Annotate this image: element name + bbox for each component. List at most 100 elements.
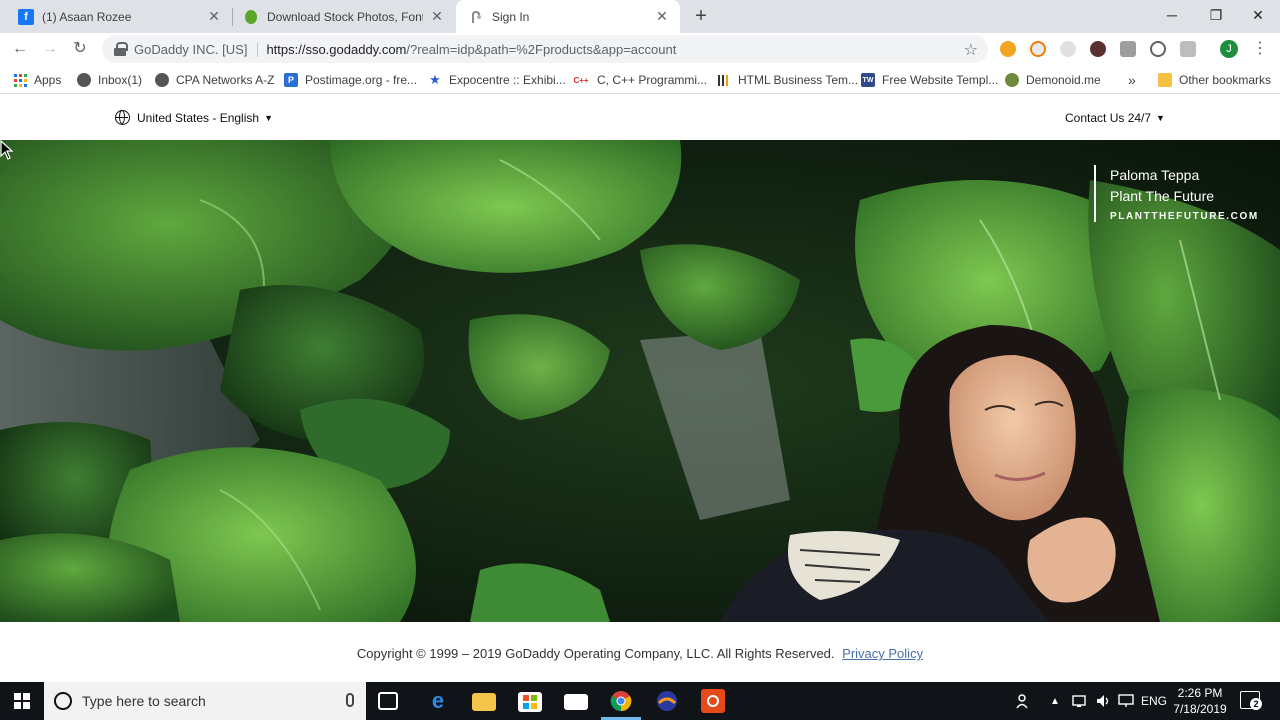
app-icon[interactable] bbox=[655, 689, 679, 713]
bookmark-label: CPA Networks A-Z bbox=[176, 73, 275, 87]
edge-icon[interactable]: e bbox=[426, 688, 450, 713]
hero-image: Paloma Teppa Plant The Future PLANTTHEFU… bbox=[0, 140, 1280, 622]
bookmark-label: Inbox(1) bbox=[98, 73, 143, 87]
url-path: /?realm=idp&path=%2Fproducts&app=account bbox=[406, 41, 677, 57]
credit-url[interactable]: PLANTTHEFUTURE.COM bbox=[1110, 211, 1259, 222]
start-button[interactable] bbox=[14, 693, 30, 709]
close-window-button[interactable]: ✕ bbox=[1236, 0, 1280, 30]
bookmark-apps[interactable]: Apps bbox=[14, 71, 61, 89]
tab-strip: f (1) Asaan Rozee ✕ Download Stock Photo… bbox=[0, 0, 1280, 33]
privacy-policy-link[interactable]: Privacy Policy bbox=[842, 646, 923, 661]
people-icon[interactable] bbox=[1016, 682, 1032, 720]
bookmark-label: Demonoid.me bbox=[1026, 73, 1101, 87]
bookmarks-bar: Apps Inbox(1) CPA Networks A-Z P Postima… bbox=[0, 65, 1280, 94]
postimage-icon: P bbox=[284, 73, 298, 87]
microphone-icon[interactable] bbox=[346, 693, 354, 707]
locale-label: United States - English bbox=[137, 110, 260, 125]
bookmark-label: Expocentre :: Exhibi... bbox=[449, 73, 566, 87]
close-icon[interactable]: ✕ bbox=[654, 8, 670, 25]
extension-icon[interactable] bbox=[1060, 41, 1076, 57]
bars-icon bbox=[717, 73, 731, 87]
hero-photo bbox=[0, 140, 1280, 622]
page-header: United States - English ▼ Contact Us 24/… bbox=[0, 97, 1280, 140]
extension-icon[interactable] bbox=[1030, 41, 1046, 57]
browser-toolbar: ← → ↻ GoDaddy INC. [US] https://sso.goda… bbox=[0, 33, 1280, 65]
bookmark-label: Free Website Templ... bbox=[882, 73, 999, 87]
extension-icon[interactable] bbox=[1000, 41, 1016, 57]
chrome-icon[interactable] bbox=[609, 689, 633, 713]
bookmark-inbox[interactable]: Inbox(1) bbox=[77, 71, 142, 89]
extension-icon[interactable] bbox=[1120, 41, 1136, 57]
contact-dropdown[interactable]: Contact Us 24/7 ▼ bbox=[1065, 111, 1165, 125]
mail-icon[interactable] bbox=[564, 694, 588, 710]
bookmark-postimage[interactable]: P Postimage.org - fre... bbox=[284, 71, 417, 89]
bookmark-cpa-networks[interactable]: CPA Networks A-Z bbox=[155, 71, 274, 89]
menu-icon[interactable]: ⋮ bbox=[1252, 38, 1268, 58]
file-explorer-icon[interactable] bbox=[472, 693, 496, 711]
cortana-icon bbox=[54, 692, 72, 710]
forward-button[interactable]: → bbox=[38, 37, 62, 61]
restore-button[interactable]: ❐ bbox=[1194, 0, 1238, 30]
camera-app-icon[interactable] bbox=[701, 689, 725, 713]
volume-icon[interactable] bbox=[1096, 682, 1112, 720]
system-clock[interactable]: 2:26 PM 7/18/2019 bbox=[1170, 685, 1230, 717]
globe-icon bbox=[115, 110, 130, 125]
minimize-button[interactable]: ─ bbox=[1150, 0, 1194, 30]
copyright-text: Copyright © 1999 – 2019 GoDaddy Operatin… bbox=[356, 646, 835, 661]
display-icon[interactable] bbox=[1118, 682, 1134, 720]
caret-down-icon: ▼ bbox=[264, 112, 273, 123]
contact-label: Contact Us 24/7 bbox=[1065, 111, 1152, 125]
address-bar[interactable]: GoDaddy INC. [US] https://sso.godaddy.co… bbox=[102, 35, 988, 63]
loading-icon bbox=[468, 9, 484, 25]
task-view-icon[interactable] bbox=[378, 692, 398, 710]
bookmarks-overflow-button[interactable]: » bbox=[1128, 71, 1136, 89]
bookmark-expocentre[interactable]: ★ Expocentre :: Exhibi... bbox=[428, 71, 566, 89]
clock-date: 7/18/2019 bbox=[1173, 702, 1227, 716]
bookmark-label: C, C++ Programmi... bbox=[597, 73, 708, 87]
bookmark-html-business[interactable]: HTML Business Tem... bbox=[717, 71, 858, 89]
network-icon[interactable] bbox=[1072, 682, 1088, 720]
bookmark-label: Postimage.org - fre... bbox=[305, 73, 418, 87]
photo-credit: Paloma Teppa Plant The Future PLANTTHEFU… bbox=[1094, 165, 1259, 222]
bookmark-other[interactable]: Other bookmarks bbox=[1158, 71, 1271, 89]
windows-taskbar: Type here to search e ▲ ENG 2:26 PM 7/18… bbox=[0, 682, 1280, 720]
search-placeholder: Type here to search bbox=[82, 693, 206, 709]
bookmark-demonoid[interactable]: Demonoid.me bbox=[1005, 71, 1101, 89]
credit-name: Paloma Teppa bbox=[1110, 167, 1200, 183]
locale-selector[interactable]: United States - English ▼ bbox=[115, 110, 273, 125]
credit-title: Plant The Future bbox=[1110, 188, 1215, 204]
url-text[interactable]: https://sso.godaddy.com/?realm=idp&path=… bbox=[266, 42, 676, 57]
back-button[interactable]: ← bbox=[8, 37, 32, 61]
bookmark-label: HTML Business Tem... bbox=[738, 73, 859, 87]
taskbar-search[interactable]: Type here to search bbox=[44, 682, 366, 720]
extension-icon[interactable] bbox=[1150, 41, 1166, 57]
bookmark-cpp-programming[interactable]: C++ C, C++ Programmi... bbox=[572, 71, 707, 89]
star-icon: ★ bbox=[429, 72, 441, 87]
extension-icon[interactable] bbox=[1090, 41, 1106, 57]
bookmark-star-icon[interactable]: ☆ bbox=[964, 40, 978, 60]
leaf-icon bbox=[243, 9, 259, 25]
facebook-icon: f bbox=[18, 8, 34, 25]
globe-icon bbox=[77, 73, 91, 87]
page-footer: Copyright © 1999 – 2019 GoDaddy Operatin… bbox=[0, 622, 1280, 682]
bookmark-label: Apps bbox=[34, 73, 62, 87]
tw-icon: TW bbox=[861, 73, 875, 87]
bookmark-label: Other bookmarks bbox=[1179, 73, 1272, 87]
tab-asaan-rozee[interactable]: f (1) Asaan Rozee ✕ bbox=[0, 0, 232, 33]
chevron-up-icon[interactable]: ▲ bbox=[1050, 682, 1060, 720]
close-icon[interactable]: ✕ bbox=[429, 8, 445, 25]
notification-count-badge: 2 bbox=[1250, 698, 1262, 710]
new-tab-button[interactable]: + bbox=[690, 5, 712, 27]
close-icon[interactable]: ✕ bbox=[206, 8, 222, 25]
tab-title: Download Stock Photos, Fonts & bbox=[267, 9, 423, 24]
tab-sign-in[interactable]: Sign In ✕ bbox=[456, 0, 680, 33]
store-icon[interactable] bbox=[518, 692, 542, 712]
lock-icon[interactable] bbox=[114, 42, 128, 56]
camera-icon[interactable] bbox=[1180, 41, 1196, 57]
language-indicator[interactable]: ENG bbox=[1141, 682, 1167, 720]
ev-certificate-label[interactable]: GoDaddy INC. [US] bbox=[134, 41, 259, 57]
profile-avatar[interactable]: J bbox=[1220, 40, 1238, 58]
tab-stock-photos[interactable]: Download Stock Photos, Fonts & ✕ bbox=[233, 0, 455, 33]
reload-button[interactable]: ↻ bbox=[68, 37, 92, 61]
bookmark-free-website[interactable]: TW Free Website Templ... bbox=[861, 71, 998, 89]
